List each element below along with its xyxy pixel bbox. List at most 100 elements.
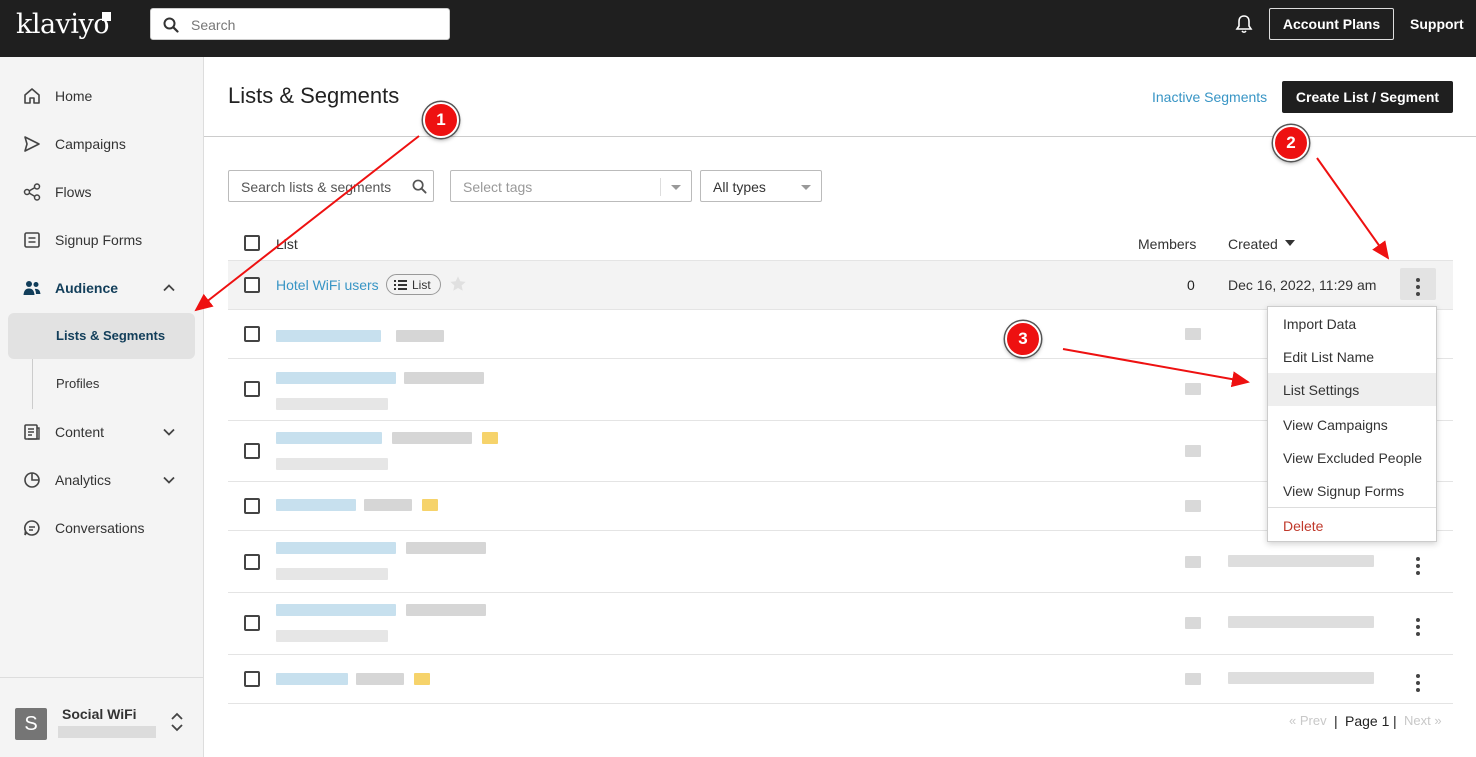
kebab-icon[interactable] bbox=[1416, 557, 1420, 578]
row-checkbox[interactable] bbox=[244, 326, 260, 342]
row-checkbox[interactable] bbox=[244, 498, 260, 514]
redacted-text bbox=[364, 499, 412, 511]
search-icon bbox=[412, 179, 427, 194]
sidebar-item-campaigns[interactable]: Campaigns bbox=[0, 124, 203, 164]
sidebar-item-label: Flows bbox=[55, 184, 92, 200]
menu-item-view-excluded-people[interactable]: View Excluded People bbox=[1268, 441, 1436, 474]
chat-icon bbox=[24, 520, 40, 536]
account-plans-button[interactable]: Account Plans bbox=[1269, 8, 1394, 40]
sidebar-item-content[interactable]: Content bbox=[0, 412, 203, 452]
sidebar-subitem-lists-segments[interactable]: Lists & Segments bbox=[8, 313, 195, 359]
type-select[interactable]: All types bbox=[700, 170, 822, 202]
column-header-list[interactable]: List bbox=[276, 236, 298, 252]
row-checkbox[interactable] bbox=[244, 381, 260, 397]
people-icon bbox=[23, 281, 41, 295]
row-checkbox[interactable] bbox=[244, 554, 260, 570]
row-actions-button[interactable] bbox=[1400, 268, 1436, 300]
account-switcher[interactable]: S Social WiFi bbox=[0, 677, 203, 757]
redacted-text bbox=[392, 432, 472, 444]
pagination-prev[interactable]: « Prev bbox=[1289, 713, 1327, 728]
redacted-text bbox=[1185, 445, 1201, 457]
sidebar-item-signup-forms[interactable]: Signup Forms bbox=[0, 220, 203, 260]
row-checkbox[interactable] bbox=[244, 277, 260, 293]
select-all-checkbox[interactable] bbox=[244, 235, 260, 251]
redacted-text bbox=[276, 372, 396, 384]
chevron-updown-icon[interactable] bbox=[170, 712, 184, 732]
star-icon[interactable] bbox=[422, 499, 438, 511]
annotation-badge-2: 2 bbox=[1273, 125, 1309, 161]
sidebar-item-audience[interactable]: Audience bbox=[0, 268, 203, 308]
search-lists-placeholder: Search lists & segments bbox=[241, 179, 392, 195]
sidebar-subitem-profiles[interactable]: Profiles bbox=[8, 361, 195, 407]
list-type-label: List bbox=[412, 278, 431, 292]
redacted-text bbox=[1185, 328, 1201, 340]
star-icon[interactable] bbox=[449, 275, 467, 293]
created-date: Dec 16, 2022, 11:29 am bbox=[1228, 277, 1377, 293]
menu-item-view-campaigns[interactable]: View Campaigns bbox=[1268, 408, 1436, 441]
members-count: 0 bbox=[1187, 277, 1195, 293]
tags-select[interactable]: Select tags bbox=[450, 170, 692, 202]
sidebar-item-label: Conversations bbox=[55, 520, 145, 536]
redacted-text bbox=[1185, 383, 1201, 395]
logo-flag-icon bbox=[102, 12, 111, 21]
star-icon[interactable] bbox=[414, 673, 430, 685]
column-header-created[interactable]: Created bbox=[1228, 236, 1278, 252]
column-header-members[interactable]: Members bbox=[1138, 236, 1196, 252]
pagination-current-page: Page 1 bbox=[1345, 713, 1390, 729]
chevron-down-icon[interactable] bbox=[162, 473, 176, 487]
select-divider bbox=[660, 178, 661, 196]
form-icon bbox=[24, 232, 40, 248]
kebab-icon[interactable] bbox=[1416, 618, 1420, 639]
pagination-separator: | bbox=[1393, 713, 1397, 729]
list-type-badge: List bbox=[386, 274, 441, 295]
search-icon bbox=[163, 17, 179, 33]
top-bar: klaviyo Account Plans Support bbox=[0, 0, 1476, 57]
sidebar-item-flows[interactable]: Flows bbox=[0, 172, 203, 212]
row-checkbox[interactable] bbox=[244, 615, 260, 631]
row-divider bbox=[228, 592, 1453, 593]
row-actions-menu: Import Data Edit List Name List Settings… bbox=[1267, 306, 1437, 542]
menu-item-delete[interactable]: Delete bbox=[1268, 509, 1436, 542]
sort-desc-icon[interactable] bbox=[1285, 240, 1295, 246]
support-link[interactable]: Support bbox=[1410, 16, 1464, 32]
row-checkbox[interactable] bbox=[244, 671, 260, 687]
menu-item-list-settings[interactable]: List Settings bbox=[1268, 373, 1436, 406]
chevron-up-icon[interactable] bbox=[162, 281, 176, 295]
inactive-segments-link[interactable]: Inactive Segments bbox=[1152, 89, 1267, 105]
redacted-text bbox=[276, 630, 388, 642]
account-subtitle-redacted bbox=[58, 726, 156, 738]
klaviyo-logo[interactable]: klaviyo bbox=[16, 9, 110, 40]
menu-item-label: View Campaigns bbox=[1283, 417, 1388, 433]
sidebar-item-conversations[interactable]: Conversations bbox=[0, 508, 203, 548]
search-lists-input[interactable]: Search lists & segments bbox=[228, 170, 434, 202]
pagination-next[interactable]: Next » bbox=[1404, 713, 1442, 728]
redacted-text bbox=[1228, 616, 1374, 628]
menu-item-import-data[interactable]: Import Data bbox=[1268, 307, 1436, 340]
row-divider bbox=[228, 654, 1453, 655]
sidebar-subitem-label: Lists & Segments bbox=[56, 328, 166, 343]
bell-icon[interactable] bbox=[1235, 14, 1253, 34]
sidebar-item-analytics[interactable]: Analytics bbox=[0, 460, 203, 500]
sidebar-item-home[interactable]: Home bbox=[0, 76, 203, 116]
create-list-segment-button[interactable]: Create List / Segment bbox=[1282, 81, 1453, 113]
flows-icon bbox=[23, 183, 41, 201]
menu-item-label: List Settings bbox=[1283, 382, 1360, 398]
kebab-icon[interactable] bbox=[1416, 674, 1420, 695]
row-checkbox[interactable] bbox=[244, 443, 260, 459]
sidebar-subitem-label: Profiles bbox=[56, 376, 100, 391]
global-search-input[interactable] bbox=[191, 15, 441, 35]
redacted-text bbox=[276, 542, 396, 554]
redacted-text bbox=[1185, 500, 1201, 512]
menu-item-edit-list-name[interactable]: Edit List Name bbox=[1268, 340, 1436, 373]
menu-item-label: Edit List Name bbox=[1283, 349, 1375, 365]
star-icon[interactable] bbox=[482, 432, 498, 444]
redacted-text bbox=[404, 372, 484, 384]
global-search[interactable] bbox=[150, 8, 450, 40]
chevron-down-icon[interactable] bbox=[162, 425, 176, 439]
content-icon bbox=[24, 424, 40, 440]
sidebar-item-label: Campaigns bbox=[55, 136, 126, 152]
menu-item-view-signup-forms[interactable]: View Signup Forms bbox=[1268, 474, 1436, 507]
sidebar-item-label: Content bbox=[55, 424, 105, 440]
list-name-link[interactable]: Hotel WiFi users bbox=[276, 277, 379, 293]
row-divider bbox=[228, 703, 1453, 704]
